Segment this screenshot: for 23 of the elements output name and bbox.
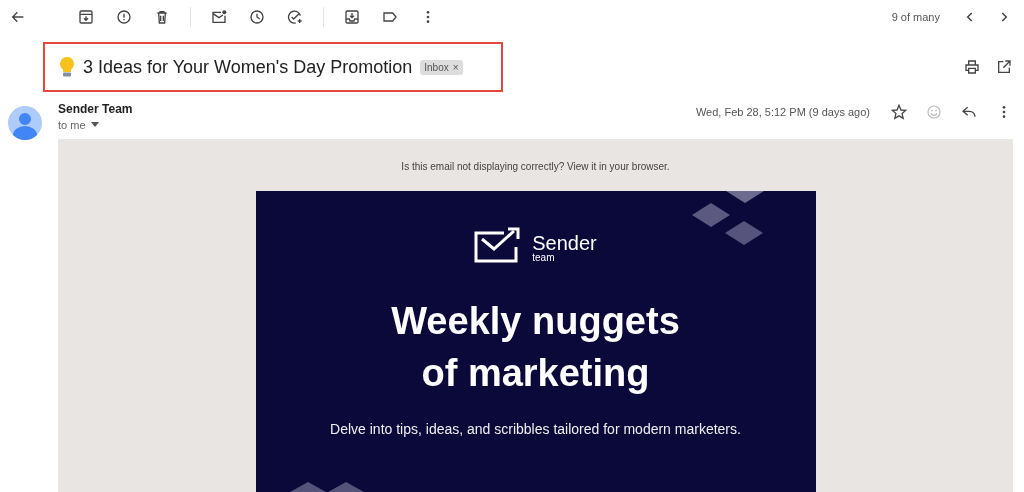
logo-name: Sender: [532, 233, 597, 253]
caret-icon: [90, 122, 99, 128]
tagline: Delve into tips, ideas, and scribbles tailored for modern marketers.: [330, 421, 741, 437]
view-in-browser-notice: Is this email not displaying correctly? View it in your browser.: [401, 161, 670, 172]
envelope-logo-icon: [474, 227, 523, 263]
inbox-label: Inbox ×: [420, 59, 463, 75]
recipient-toggle[interactable]: to me: [58, 119, 133, 131]
message-position: 9 of many: [891, 11, 940, 23]
clock-icon[interactable]: [247, 7, 267, 27]
archive-icon[interactable]: [76, 7, 96, 27]
headline: Weekly nuggets of marketing: [391, 299, 680, 396]
avatar-icon: [8, 106, 42, 140]
logo-subtitle: team: [532, 253, 556, 263]
message-date: Wed, Feb 28, 5:12 PM (9 days ago): [695, 106, 870, 118]
report-spam-icon[interactable]: [114, 7, 134, 27]
sender-name: Sender Team: [58, 102, 133, 116]
email-subject: 3 Ideas for Your Women's Day Promotion: [83, 56, 413, 78]
add-task-icon[interactable]: [285, 7, 305, 27]
light-bulb-icon: [59, 56, 75, 78]
move-to-icon[interactable]: [342, 7, 362, 27]
remove-label-button[interactable]: ×: [452, 61, 459, 73]
star-icon[interactable]: [889, 102, 909, 122]
print-icon[interactable]: [962, 57, 982, 77]
